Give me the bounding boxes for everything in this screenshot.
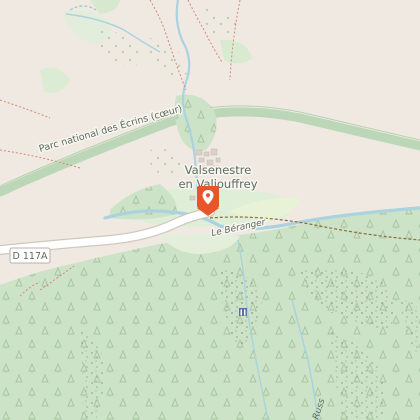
road-label: D 117A: [13, 251, 48, 262]
village-name-line1: Valsenestre: [185, 163, 252, 177]
road-shield: D 117A: [9, 247, 51, 264]
chapel-icon: [239, 308, 247, 316]
map-view[interactable]: Parc national des Écrins (cœur) Valsenes…: [0, 0, 420, 420]
map-canvas[interactable]: Parc national des Écrins (cœur) Valsenes…: [0, 0, 420, 420]
